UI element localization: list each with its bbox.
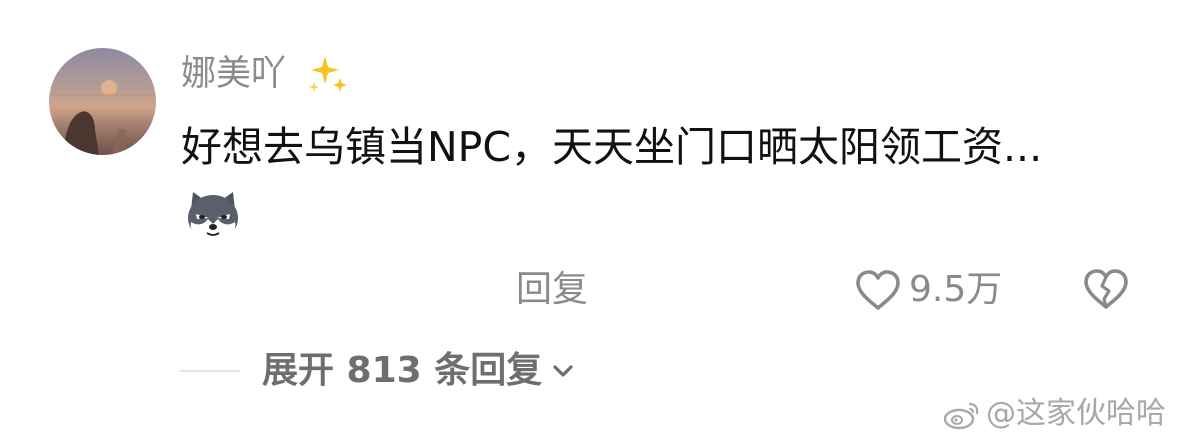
- avatar-photo: [49, 80, 156, 155]
- husky-sticker-icon: [188, 192, 238, 242]
- avatar[interactable]: [49, 48, 156, 155]
- watermark-text: @这家伙哈哈: [986, 396, 1166, 431]
- weibo-logo-icon: [943, 402, 979, 430]
- reply-button[interactable]: 回复: [516, 268, 588, 312]
- username[interactable]: 娜美吖: [181, 52, 286, 96]
- heart-icon: [856, 270, 900, 310]
- like-button[interactable]: 9.5万: [853, 266, 1002, 314]
- watermark: @这家伙哈哈: [942, 396, 1166, 432]
- comment-text: 好想去乌镇当NPC，天天坐门口晒太阳领工资...: [181, 123, 1043, 171]
- like-count: 9.5万: [909, 269, 1003, 310]
- chevron-down-icon: [553, 365, 573, 377]
- replies-divider: [180, 370, 240, 372]
- expand-replies-label: 展开 813 条回复: [262, 350, 543, 391]
- sparkles-icon: [309, 56, 347, 92]
- broken-heart-icon[interactable]: [1081, 266, 1131, 312]
- expand-replies-button[interactable]: 展开 813 条回复: [262, 349, 576, 393]
